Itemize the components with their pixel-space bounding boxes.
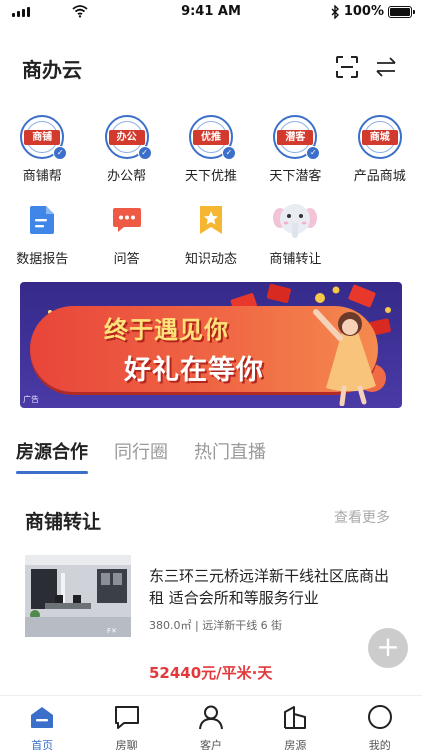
functions-row: 数据报告 问答 知识动态 商铺转让 (0, 198, 422, 267)
listing-meta: 380.0㎡ | 远洋新干线 6 街 (149, 619, 283, 632)
tab-listing-cooperation[interactable]: 房源合作 (16, 438, 88, 474)
verified-check-icon: ✓ (137, 146, 152, 160)
partner-app-label: 商铺帮 (22, 169, 62, 184)
partner-app-shangpubang[interactable]: 商铺 ✓ 商铺帮 (0, 115, 84, 184)
nav-label: 房源 (284, 739, 307, 750)
nav-house-chat[interactable]: 房聊 (84, 696, 168, 750)
building-icon (284, 706, 307, 729)
see-more-link[interactable]: 查看更多 (334, 507, 390, 527)
banner-character (313, 309, 376, 406)
partner-app-label: 产品商城 (353, 169, 406, 184)
listing-price: 52440元/平米·天 (149, 664, 273, 682)
chat-icon (112, 208, 141, 232)
function-data-report[interactable]: 数据报告 (0, 198, 84, 267)
elephant-mascot-icon (273, 204, 318, 238)
person-icon (198, 705, 223, 730)
bookmark-star-icon (199, 206, 222, 234)
content-tabs: 房源合作 同行圈 热门直播 (16, 438, 266, 474)
partner-app-tianxia-qianke[interactable]: 潜客 ✓ 天下潜客 (253, 115, 337, 184)
header: 商办云 (0, 48, 422, 88)
partner-app-tianxia-youtui[interactable]: 优推 ✓ 天下优推 (169, 115, 253, 184)
promo-banner[interactable]: 终于遇见你 好礼在等你 广告 (20, 282, 402, 408)
function-label: 商铺转让 (269, 252, 322, 267)
verified-check-icon: ✓ (221, 146, 236, 160)
function-label: 问答 (113, 252, 140, 267)
chat-bubble-icon (114, 706, 139, 729)
office-photo: F✕ (25, 555, 131, 637)
nav-label: 客户 (199, 739, 222, 750)
tab-hot-live[interactable]: 热门直播 (194, 438, 266, 468)
bangongbang-logo: 办公 ✓ (104, 115, 152, 160)
bluetooth-icon (331, 4, 339, 19)
partner-app-label: 天下优推 (184, 169, 237, 184)
section-title: 商铺转让 (25, 511, 102, 533)
partner-app-label: 天下潜客 (269, 169, 322, 184)
shangpubang-logo: 商铺 ✓ (20, 115, 68, 160)
partner-app-product-mall[interactable]: 商城 产品商城 (338, 115, 422, 184)
nav-label: 我的 (368, 739, 391, 750)
listing-title[interactable]: 东三环三元桥远洋新干线社区底商出租 适合会所和等服务行业 (149, 565, 399, 609)
battery-icon (388, 5, 415, 18)
verified-check-icon: ✓ (53, 146, 68, 160)
function-knowledge-news[interactable]: 知识动态 (169, 198, 253, 267)
ad-label: 广告 (23, 395, 39, 404)
tianxia-youtui-logo: 优推 ✓ (188, 115, 236, 160)
status-bar: 9:41 AM 100% (0, 0, 422, 24)
function-label: 知识动态 (184, 252, 237, 267)
verified-check-icon: ✓ (306, 146, 321, 160)
nav-mine[interactable]: 我的 (338, 696, 422, 750)
nav-label: 首页 (31, 739, 54, 750)
switch-icon[interactable] (374, 56, 398, 78)
tab-peer-circle[interactable]: 同行圈 (114, 438, 168, 468)
banner-headline: 终于遇见你 (104, 316, 229, 344)
svg-text:F✕: F✕ (107, 627, 117, 635)
function-shop-transfer[interactable]: 商铺转让 (253, 198, 337, 267)
function-qa[interactable]: 问答 (84, 198, 168, 267)
scan-icon[interactable] (336, 56, 358, 78)
document-icon (30, 206, 55, 234)
profile-circle-icon (367, 705, 392, 729)
function-label: 数据报告 (16, 252, 69, 267)
nav-label: 房聊 (115, 739, 138, 750)
partner-app-label: 办公帮 (107, 169, 147, 184)
page-title: 商办云 (22, 58, 82, 82)
battery-percent: 100% (343, 4, 384, 19)
banner-subheadline: 好礼在等你 (124, 355, 264, 386)
partner-apps-row: 商铺 ✓ 商铺帮 办公 ✓ 办公帮 优推 ✓ 天下优推 潜客 ✓ 天下潜客 商城 (0, 115, 422, 184)
nav-listings[interactable]: 房源 (253, 696, 337, 750)
nav-home[interactable]: 首页 (0, 696, 84, 750)
bottom-nav: 首页 房聊 客户 房源 我的 (0, 695, 422, 750)
add-button[interactable]: + (368, 628, 408, 668)
listing-thumbnail[interactable]: F✕ (25, 555, 131, 637)
partner-app-bangongbang[interactable]: 办公 ✓ 办公帮 (84, 115, 168, 184)
tianxia-qianke-logo: 潜客 ✓ (273, 115, 321, 160)
product-mall-logo: 商城 (357, 115, 402, 159)
home-icon (31, 707, 54, 728)
nav-customers[interactable]: 客户 (169, 696, 253, 750)
